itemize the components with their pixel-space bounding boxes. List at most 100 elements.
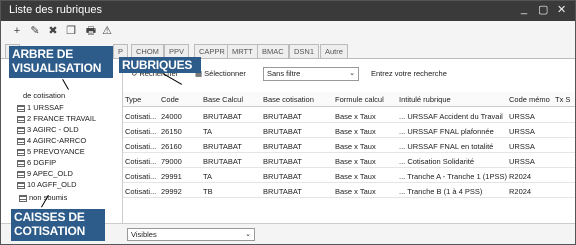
col-type[interactable]: Type [125,95,141,104]
tab-ppv[interactable]: PPV [164,44,190,58]
folder-icon [17,170,25,178]
chevron-down-icon: ⌄ [245,231,251,238]
table-cell: URSSA [509,127,535,136]
chevron-down-icon: ⌄ [349,70,355,77]
edit-icon[interactable]: ✎ [29,25,41,37]
table-row[interactable]: Cotisati... 29991 TA BRUTABAT Base x Taux...… [123,168,575,183]
restore-button[interactable]: ▢ [538,3,548,16]
folder-icon [17,126,25,134]
table-cell: Base x Taux [335,112,376,121]
table-cell: URSSA [509,112,535,121]
caisses-annotation-line1: CAISSES DE [14,210,85,224]
tree-item-urssaf[interactable]: 1 URSSAF [17,103,64,113]
arbre-annotation-line1: ARBRE DE [12,47,74,61]
table-cell: BRUTABAT [263,142,302,151]
col-tx-s[interactable]: Tx S [555,95,570,104]
col-intitule[interactable]: Intitulé rubrique [399,95,451,104]
tree-item-label: 10 AGFF_OLD [27,180,77,189]
folder-icon [17,137,25,145]
grid-header: Type Code Base Calcul Base cotisation Fo… [123,92,575,107]
col-base-calcul[interactable]: Base Calcul [203,95,243,104]
col-code-memo[interactable]: Code mémo [509,95,550,104]
tab-p[interactable]: P [113,44,129,58]
folder-icon [17,181,25,189]
table-cell: Cotisati... [125,112,157,121]
table-cell: BRUTABAT [263,112,302,121]
table-cell: TA [203,127,213,136]
caisses-annotation-line2: COTISATION [14,224,86,238]
col-code[interactable]: Code [161,95,179,104]
minimize-button[interactable]: _ [521,3,527,15]
col-formule-calcul[interactable]: Formule calcul [335,95,384,104]
tree-item-agff-old[interactable]: 10 AGFF_OLD [17,180,77,190]
table-cell: ... Tranche A - Tranche 1 (1PSS) [399,172,507,181]
table-cell: BRUTABAT [263,187,302,196]
title-bar: Liste des rubriques _ ▢ ✕ [1,1,575,21]
tree-item-prevoyance[interactable]: 5 PREVOYANCE [17,147,85,157]
tree-item-dgfip[interactable]: 6 DGFIP [17,158,56,168]
table-cell: BRUTABAT [263,172,302,181]
select-label: Sélectionner [204,69,246,78]
table-cell: URSSA [509,157,535,166]
table-cell: Base x Taux [335,142,376,151]
search-prompt[interactable]: Entrez votre recherche [371,67,447,81]
tree-item-agirc-old[interactable]: 3 AGIRC - OLD [17,125,79,135]
tab-bmac[interactable]: BMAC [257,44,289,58]
folder-icon [17,115,25,123]
table-cell: ... URSSAF Accident du Travail [399,112,503,121]
tree-item-label: 4 AGIRC-ARRCO [27,136,87,145]
filter-value: Sans filtre [267,69,301,78]
table-row[interactable]: Cotisati... 24000 BRUTABAT BRUTABAT Base x T… [123,108,575,123]
export-icon[interactable]: ⚠ [101,25,113,37]
tab-chom[interactable]: CHOM [131,44,164,58]
table-cell: 29992 [161,187,182,196]
table-cell: 26150 [161,127,182,136]
table-cell: BRUTABAT [203,157,242,166]
table-cell: Cotisati... [125,187,157,196]
print-icon[interactable]: 🖶 [85,25,97,37]
select-button[interactable]: ▦ Sélectionner [195,67,246,81]
table-cell: R2024 [509,187,532,196]
toolbar: + ✎ ✖ ❐ 🖶 ⚠ [1,21,575,43]
visibility-value: Visibles [131,230,157,239]
tree-item-label: 5 PREVOYANCE [27,147,85,156]
table-cell: 24000 [161,112,182,121]
table-cell: TB [203,187,213,196]
tree-item-france-travail[interactable]: 2 FRANCE TRAVAIL [17,114,96,124]
tree-item-agirc-arrco[interactable]: 4 AGIRC-ARRCO [17,136,86,146]
table-row[interactable]: Cotisati... 26160 BRUTABAT BRUTABAT Base x T… [123,138,575,153]
tab-dsn1[interactable]: DSN1 [289,44,320,58]
filter-select[interactable]: Sans filtre ⌄ [263,67,359,81]
caisses-annotation: CAISSES DE COTISATION [11,209,105,241]
close-button[interactable]: ✕ [557,3,566,16]
folder-icon [17,159,25,167]
table-cell: TA [203,172,213,181]
tab-mrtt[interactable]: MRTT [227,44,258,58]
table-cell: Base x Taux [335,127,376,136]
visibility-select[interactable]: Visibles ⌄ [127,228,255,241]
tree-item-label: 1 URSSAF [27,103,64,112]
table-cell: 79000 [161,157,182,166]
table-cell: R2024 [509,172,532,181]
copy-icon[interactable]: ❐ [65,25,77,37]
col-base-cotisation[interactable]: Base cotisation [263,95,314,104]
table-cell: Cotisati... [125,142,157,151]
table-cell: ... URSSAF FNAL plafonnée [399,127,494,136]
tree-item-label: 6 DGFIP [27,158,57,167]
arbre-annotation: ARBRE DE VISUALISATION [9,46,113,78]
tab-autre[interactable]: Autre [320,44,348,58]
table-cell: URSSA [509,142,535,151]
table-row[interactable]: Cotisati... 79000 BRUTABAT BRUTABAT Base x T… [123,153,575,168]
tree-root[interactable]: de cotisation [23,91,65,101]
table-row[interactable]: Cotisati... 29992 TB BRUTABAT Base x Taux...… [123,183,575,198]
tree-item-apec-old[interactable]: 9 APEC_OLD [17,169,73,179]
tab-cappr[interactable]: CAPPR [194,44,230,58]
table-cell: 29991 [161,172,182,181]
add-icon[interactable]: + [11,25,23,37]
folder-icon [17,104,25,112]
table-row[interactable]: Cotisati... 26150 TA BRUTABAT Base x Taux...… [123,123,575,138]
rubriques-annotation: RUBRIQUES [119,57,201,73]
delete-icon[interactable]: ✖ [47,25,59,37]
table-cell: ... Tranche B (1 à 4 PSS) [399,187,483,196]
table-cell: Base x Taux [335,172,376,181]
